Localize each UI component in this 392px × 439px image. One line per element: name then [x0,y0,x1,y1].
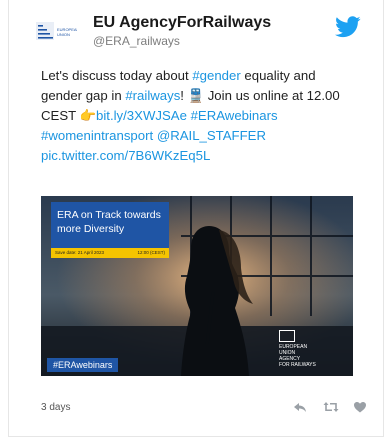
tweet-header: EUROPEAN UNION EU AgencyForRailways @ERA… [35,12,385,54]
tweet-text-line: CEST 👉bit.ly/3XWJSAe #ERAwebinars [41,106,381,126]
media-date-badge: Save date: 21 April 2023 12:00 (CEST) [51,248,169,258]
tweet-media-image[interactable]: ERA on Track towards more Diversity Save… [41,196,353,376]
account-avatar[interactable]: EUROPEAN UNION [35,18,77,48]
tweet-text-segment: Let's discuss today about [41,68,193,83]
logo-line-4: FOR RAILWAYS [279,362,316,368]
tweet-text-segment: ! 🚆 Join us online at 12.00 [180,88,340,103]
svg-text:UNION: UNION [57,32,70,37]
twitter-bird-icon[interactable] [335,16,361,38]
tweet-footer: 3 days [35,398,375,418]
account-handle[interactable]: @ERA_railways [93,34,180,48]
eu-flag-icon [279,330,295,342]
reply-icon[interactable] [293,400,307,414]
retweet-icon[interactable] [323,400,339,414]
like-heart-icon[interactable] [353,400,367,414]
tweet-link[interactable]: bit.ly/3XWJSAe [96,108,187,123]
tweet-link[interactable]: #railways [125,88,180,103]
tweet-text-line: pic.twitter.com/7B6WKzEq5L [41,146,381,166]
era-logo-icon: EUROPEAN UNION [36,22,77,40]
tweet-timestamp[interactable]: 3 days [41,402,70,413]
media-hashtag-badge: #ERAwebinars [47,358,119,372]
tweet-link[interactable]: @RAIL_STAFFER [157,128,266,143]
tweet-text-line: Let's discuss today about #gender equali… [41,66,381,86]
tweet-link[interactable]: #womenintransport [41,128,153,143]
tweet-text-segment: 👉 [79,108,97,123]
media-date-label: Save date: 21 April 2023 [55,250,105,255]
tweet-card: EUROPEAN UNION EU AgencyForRailways @ERA… [8,0,384,437]
tweet-text-segment: CEST [41,108,80,123]
tweet-link[interactable]: pic.twitter.com/7B6WKzEq5L [41,148,210,163]
tweet-text-segment: equality and [240,68,316,83]
tweet-text-line: gender gap in #railways! 🚆 Join us onlin… [41,86,381,106]
tweet-actions [293,400,367,414]
tweet-link[interactable]: #ERAwebinars [191,108,278,123]
account-name[interactable]: EU AgencyForRailways [93,14,271,32]
eu-agency-logo: EUROPEAN UNION AGENCY FOR RAILWAYS [279,330,343,368]
tweet-text-segment: gender gap in [41,88,126,103]
tweet-text-line: #womenintransport @RAIL_STAFFER [41,126,381,146]
media-time-label: 12:00 (CEST) [137,250,165,255]
tweet-text: Let's discuss today about #gender equali… [41,66,381,166]
tweet-link[interactable]: #gender [192,68,240,83]
media-title-badge: ERA on Track towards more Diversity [51,202,169,252]
